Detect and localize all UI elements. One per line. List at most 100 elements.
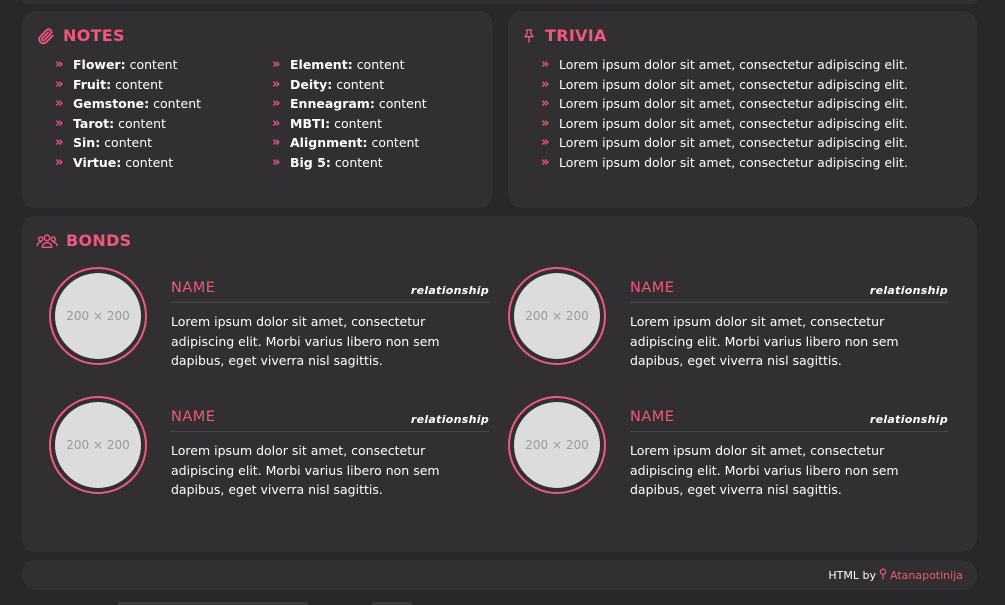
- bond-card: 200 × 200 NAME relationship Lorem ipsum …: [508, 396, 948, 516]
- avatar-ring: 200 × 200: [49, 396, 147, 494]
- double-chevron-right-icon: »: [541, 115, 549, 131]
- users-icon: [36, 232, 58, 250]
- notes-item-key: Tarot: [73, 114, 114, 134]
- notes-item-value: content: [125, 154, 174, 170]
- notes-item: » Fruitcontent: [55, 75, 201, 95]
- notes-item-value: content: [371, 135, 420, 150]
- trivia-item: » Lorem ipsum dolor sit amet, consectetur…: [541, 75, 908, 95]
- avatar: 200 × 200: [55, 402, 141, 488]
- bond-description: Lorem ipsum dolor sit amet, consectetur …: [171, 314, 440, 368]
- double-chevron-right-icon: »: [55, 76, 63, 92]
- double-chevron-right-icon: »: [272, 57, 280, 72]
- notes-panel: NOTES »Flowercontent »Fruitcontent »Gems…: [22, 11, 493, 208]
- notes-item: » Virtuecontent: [55, 153, 201, 173]
- bond-relationship: relationship: [869, 413, 948, 426]
- bond-relationship: relationship: [410, 413, 489, 426]
- notes-item-value: content: [334, 154, 383, 170]
- bond-card: 200 × 200 NAME relationship Lorem ipsum …: [508, 267, 948, 387]
- trivia-item-text: Lorem ipsum dolor sit amet, consectetur …: [559, 154, 908, 170]
- divider: [630, 302, 948, 303]
- notes-item-value: content: [104, 135, 153, 150]
- map-pin-icon: [879, 568, 887, 583]
- notes-item: » Enneagramcontent: [272, 94, 427, 114]
- notes-item-key: Deity: [290, 75, 332, 95]
- notes-item: » Elementcontent: [272, 55, 427, 75]
- double-chevron-right-icon: »: [541, 135, 549, 150]
- bonds-header: BONDS: [36, 231, 132, 250]
- notes-item: » Sin content: [55, 133, 201, 153]
- trivia-item-text: Lorem ipsum dolor sit amet, consectetur …: [559, 96, 908, 111]
- double-chevron-right-icon: »: [272, 135, 280, 150]
- notes-item: » Big 5content: [272, 153, 427, 173]
- bond-name: NAME: [171, 409, 216, 425]
- paperclip-icon: [37, 27, 55, 45]
- credit: HTML by Atanapotinija: [828, 568, 963, 583]
- notes-item: » Flowercontent: [55, 55, 201, 75]
- notes-item-key: Virtue: [73, 153, 121, 173]
- divider: [171, 431, 489, 432]
- divider: [171, 302, 489, 303]
- top-panel-edge: [22, 0, 977, 4]
- trivia-item: » Lorem ipsum dolor sit amet, consectetur…: [541, 94, 908, 114]
- notes-item: » MBTIcontent: [272, 114, 427, 134]
- bond-description: Lorem ipsum dolor sit amet, consectetur …: [630, 443, 899, 497]
- bond-name: NAME: [630, 409, 675, 425]
- notes-header: NOTES: [37, 26, 125, 45]
- notes-item: » Gemstone content: [55, 94, 201, 114]
- bonds-panel: BONDS 200 × 200 NAME relationship Lorem …: [22, 216, 977, 552]
- trivia-item: » Lorem ipsum dolor sit amet, consectetur…: [541, 133, 908, 153]
- bond-name: NAME: [171, 280, 216, 296]
- double-chevron-right-icon: »: [55, 115, 63, 131]
- notes-list-right: »Elementcontent »Deitycontent »Enneagram…: [272, 55, 427, 172]
- bond-card: 200 × 200 NAME relationship Lorem ipsum …: [49, 267, 489, 387]
- double-chevron-right-icon: »: [272, 115, 280, 131]
- credit-prefix: HTML by: [828, 569, 876, 582]
- notes-item-key: Sin: [73, 133, 100, 153]
- notes-item: » Deitycontent: [272, 75, 427, 95]
- bond-card: 200 × 200 NAME relationship Lorem ipsum …: [49, 396, 489, 516]
- bond-name: NAME: [630, 280, 675, 296]
- double-chevron-right-icon: »: [272, 96, 280, 111]
- double-chevron-right-icon: »: [55, 57, 63, 72]
- notes-title: NOTES: [63, 26, 125, 45]
- trivia-item-text: Lorem ipsum dolor sit amet, consectetur …: [559, 115, 908, 131]
- footer-panel: HTML by Atanapotinija: [22, 560, 977, 590]
- avatar: 200 × 200: [514, 402, 600, 488]
- notes-item-value: content: [336, 76, 385, 92]
- notes-item-value: content: [115, 76, 163, 92]
- double-chevron-right-icon: »: [541, 154, 549, 170]
- avatar-ring: 200 × 200: [508, 267, 606, 365]
- notes-item-value: content: [118, 115, 166, 131]
- notes-item: » Alignment content: [272, 133, 427, 153]
- author-link[interactable]: Atanapotinija: [890, 569, 963, 582]
- avatar: 200 × 200: [514, 273, 600, 359]
- trivia-item-text: Lorem ipsum dolor sit amet, consectetur …: [559, 76, 908, 92]
- trivia-list: » Lorem ipsum dolor sit amet, consectetur…: [541, 55, 908, 172]
- trivia-header: TRIVIA: [521, 26, 607, 45]
- double-chevron-right-icon: »: [272, 76, 280, 92]
- bond-relationship: relationship: [869, 284, 948, 297]
- trivia-item: » Lorem ipsum dolor sit amet, consectetur…: [541, 55, 908, 75]
- avatar-ring: 200 × 200: [508, 396, 606, 494]
- notes-item-key: Flower: [73, 55, 126, 75]
- trivia-panel: TRIVIA » Lorem ipsum dolor sit amet, cons…: [508, 11, 977, 208]
- avatar: 200 × 200: [55, 273, 141, 359]
- notes-item-key: Alignment: [290, 133, 367, 153]
- divider: [630, 431, 948, 432]
- notes-item-key: Big 5: [290, 153, 331, 173]
- trivia-item-text: Lorem ipsum dolor sit amet, consectetur …: [559, 135, 908, 150]
- double-chevron-right-icon: »: [541, 96, 549, 111]
- notes-item-key: Enneagram: [290, 94, 375, 114]
- trivia-item: » Lorem ipsum dolor sit amet, consectetur…: [541, 153, 908, 173]
- avatar-ring: 200 × 200: [49, 267, 147, 365]
- double-chevron-right-icon: »: [541, 57, 549, 72]
- bond-description: Lorem ipsum dolor sit amet, consectetur …: [630, 314, 899, 368]
- notes-item-value: content: [378, 96, 427, 111]
- double-chevron-right-icon: »: [272, 154, 280, 170]
- double-chevron-right-icon: »: [55, 96, 63, 111]
- double-chevron-right-icon: »: [55, 154, 63, 170]
- pushpin-icon: [521, 27, 537, 45]
- notes-item-key: Gemstone: [73, 94, 149, 114]
- notes-item-key: Fruit: [73, 75, 111, 95]
- trivia-title: TRIVIA: [545, 26, 607, 45]
